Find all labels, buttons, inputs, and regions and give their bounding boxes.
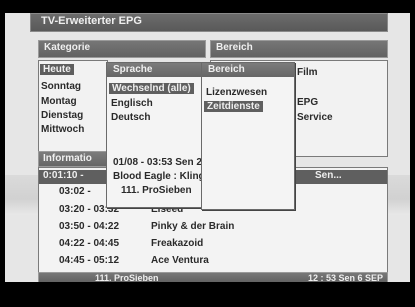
bereich-popup-header: Bereich: [202, 63, 294, 77]
program-extra: Sen...: [315, 170, 342, 181]
bereich-header-label: Bereich: [216, 42, 253, 53]
window-title: TV-Erweiterter EPG: [41, 15, 142, 27]
sprache-item-deutsch[interactable]: Deutsch: [111, 112, 150, 123]
program-time: 04:45 - 05:12: [59, 255, 120, 266]
category-panel: Heute Sonntag Montag Dienstag Mittwoch: [38, 60, 108, 157]
screen-frame-bottom: [0, 282, 415, 307]
program-list-header: Informatio: [38, 151, 108, 167]
program-row[interactable]: 03:50 - 04:22 Pinky & der Brain: [39, 221, 387, 235]
bereich-popup-item-zeitdienste[interactable]: Zeitdienste: [204, 101, 263, 112]
program-title: Ace Ventura: [151, 255, 209, 266]
kategorie-header: Kategorie: [38, 40, 206, 58]
bereich-popup-item-lizenzwesen[interactable]: Lizenzwesen: [206, 87, 267, 98]
program-row[interactable]: 04:22 - 04:45 Freakazoid: [39, 238, 387, 252]
bereich-item-service[interactable]: Service: [297, 112, 333, 123]
sprache-popup-header: Sprache: [107, 63, 203, 77]
tv-screen: TV-Erweiterter EPG Kategorie Bereich Heu…: [0, 0, 415, 307]
sprache-item-wechselnd[interactable]: Wechselnd (alle): [109, 83, 194, 94]
category-item-montag[interactable]: Montag: [41, 96, 77, 107]
sprache-popup-title: Sprache: [113, 64, 153, 75]
screen-frame-left: [0, 0, 5, 307]
bereich-popup-title: Bereich: [208, 64, 245, 75]
category-item-sonntag[interactable]: Sonntag: [41, 81, 81, 92]
bereich-item-film[interactable]: Film: [297, 67, 318, 78]
event-channel: 111. ProSieben: [121, 185, 192, 196]
program-row[interactable]: 04:45 - 05:12 Ace Ventura: [39, 255, 387, 269]
program-list-header-label: Informatio: [43, 153, 92, 164]
program-time: 03:02 -: [59, 186, 91, 197]
program-time: 04:22 - 04:45: [59, 238, 120, 249]
sprache-item-englisch[interactable]: Englisch: [111, 98, 153, 109]
kategorie-header-label: Kategorie: [44, 42, 91, 53]
program-title: Pinky & der Brain: [151, 221, 235, 232]
bereich-header: Bereich: [210, 40, 388, 58]
category-item-mittwoch[interactable]: Mittwoch: [41, 124, 84, 135]
category-item-dienstag[interactable]: Dienstag: [41, 110, 83, 121]
category-item-heute[interactable]: Heute: [40, 64, 74, 75]
screen-frame-right: [410, 0, 415, 307]
program-time: 0:01:10 -: [43, 170, 84, 181]
bereich-item-epg[interactable]: EPG: [297, 97, 318, 108]
title-bar: TV-Erweiterter EPG: [30, 13, 388, 32]
screen-frame-top: [0, 0, 415, 13]
program-title: Freakazoid: [151, 238, 204, 249]
program-time: 03:50 - 04:22: [59, 221, 120, 232]
sprache-popup: Sprache Wechselnd (alle) Englisch Deutsc…: [106, 62, 254, 208]
bereich-popup: Bereich Lizenzwesen Zeitdienste: [201, 62, 295, 210]
